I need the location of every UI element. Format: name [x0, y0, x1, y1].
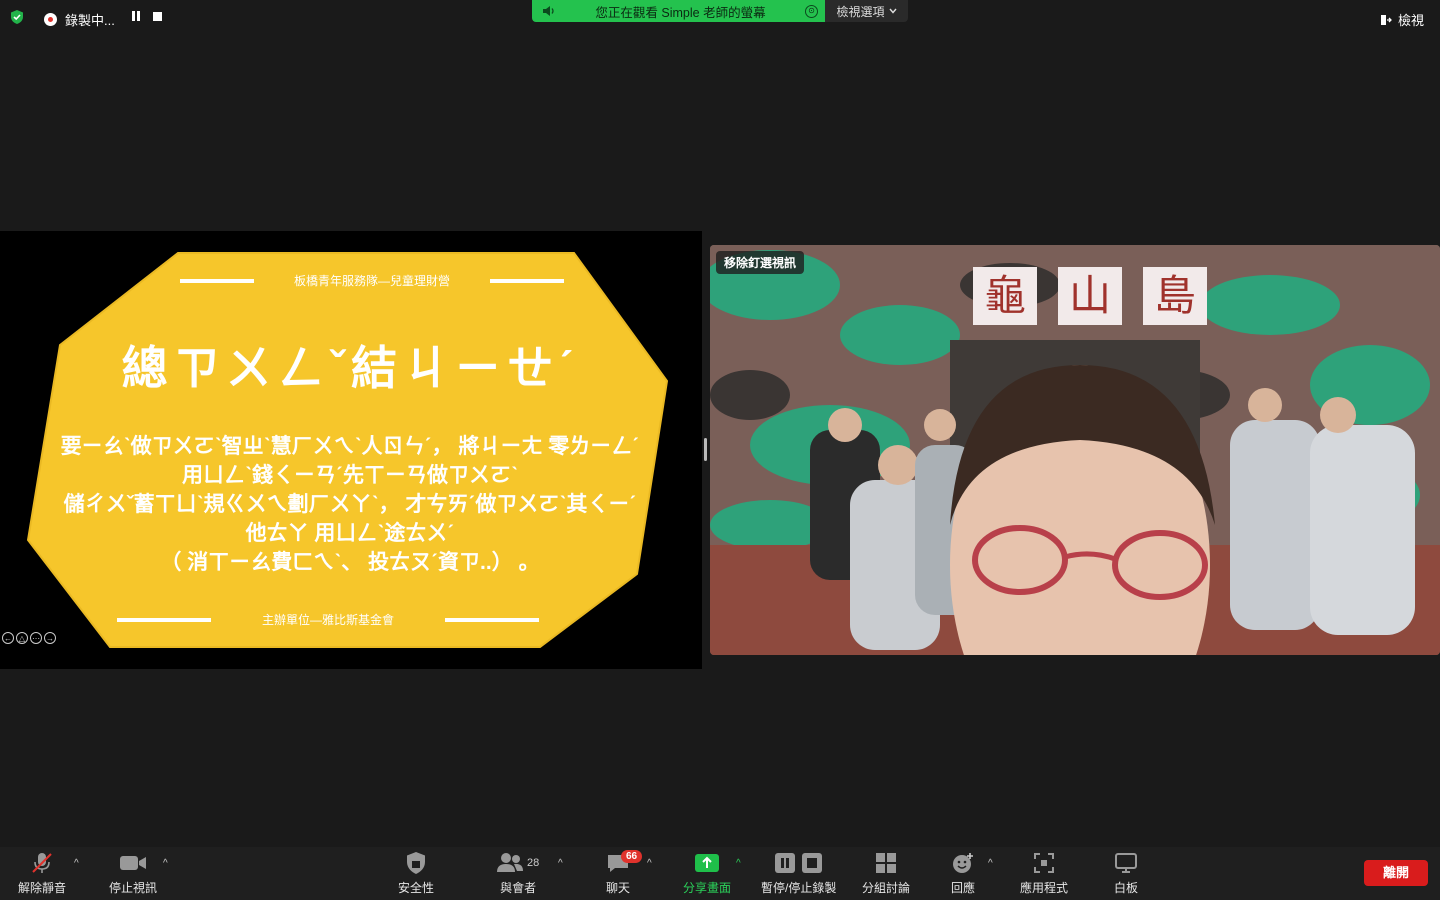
viewing-screen-banner: 您正在觀看 Simple 老師的螢幕 ⊙ [532, 0, 825, 22]
smiley-add-icon [953, 853, 973, 873]
encryption-shield-icon[interactable] [9, 9, 25, 25]
slide-footer-text: 主辦單位—雅比斯基金會 [261, 613, 394, 627]
divider [444, 617, 539, 622]
sign-character: 龜 [973, 267, 1037, 325]
breakout-rooms-icon [876, 853, 896, 873]
apps-icon [1034, 853, 1054, 873]
whiteboard-button[interactable]: 白板 [1114, 850, 1138, 896]
apps-button[interactable]: 應用程式 [1020, 850, 1068, 896]
participants-caret-icon[interactable]: ^ [558, 858, 566, 869]
divider [180, 278, 254, 283]
view-icon [1380, 14, 1392, 25]
slide-header: 板橋青年服務隊—兒童理財營 [180, 272, 564, 289]
participants-icon [497, 853, 523, 872]
more-options-icon[interactable]: ⋯ [30, 632, 42, 644]
previous-slide-icon[interactable]: ← [2, 632, 14, 644]
view-label: 檢視 [1397, 13, 1424, 28]
muted-mic-icon [32, 853, 52, 873]
slide-title: 總ㄗㄨㄥˇ結ㄐㄧㄝˊ [121, 342, 581, 394]
pause-recording-icon[interactable] [131, 11, 141, 22]
audio-options-caret-icon[interactable]: ^ [74, 858, 82, 869]
sign-character: 島 [1143, 267, 1207, 325]
stop-video-button[interactable]: 停止視訊 [109, 850, 157, 896]
security-shield-icon [407, 852, 425, 874]
pause-stop-recording-button[interactable]: 暫停/停止錄製 [761, 850, 836, 896]
video-camera-icon [120, 856, 146, 870]
pause-stop-recording-label: 暫停/停止錄製 [761, 881, 837, 895]
security-label: 安全性 [398, 881, 435, 895]
slide-body: 要ㄧㄠˋ做ㄗㄨㄛˋ智ㄓˋ慧ㄏㄨㄟˋ人ㄖㄣˊ， 將ㄐㄧㄤ 零ㄌㄧㄥˊ用ㄩㄥˋ錢ㄑㄧ… [60, 432, 640, 577]
chat-label: 聊天 [606, 881, 631, 895]
slide-footer: 主辦單位—雅比斯基金會 [117, 611, 539, 628]
pen-tool-icon[interactable]: △ [16, 632, 28, 644]
whiteboard-icon [1115, 853, 1137, 873]
participants-button[interactable]: 28 與會者 [497, 850, 539, 896]
next-slide-icon[interactable]: → [44, 632, 56, 644]
speaker-icon[interactable] [542, 5, 556, 17]
banner-status-icon: ⊙ [805, 4, 818, 18]
share-screen-icon [695, 854, 719, 872]
slide-body-line: 儲ㄔㄨˇ蓄ㄒㄩˋ規ㄍㄨㄟ劃ㄏㄨㄚˋ， 才ㄘㄞˊ做ㄗㄨㄛˋ其ㄑㄧˊ他ㄊㄚ 用ㄩㄥˋ… [63, 493, 637, 545]
whiteboard-label: 白板 [1114, 881, 1139, 895]
share-screen-label: 分享畫面 [683, 881, 732, 895]
reactions-button[interactable]: 回應 [951, 850, 975, 896]
top-bar: 錄製中... 您正在觀看 Simple 老師的螢幕 ⊙ 檢視選項 檢視 [0, 0, 1440, 34]
slide-controls[interactable]: ← △ ⋯ → [2, 632, 56, 644]
reactions-label: 回應 [951, 881, 976, 895]
chat-unread-badge: 66 [621, 850, 643, 863]
share-screen-button[interactable]: 分享畫面 [683, 850, 731, 896]
banner-text: 您正在觀看 Simple 老師的螢幕 [595, 5, 766, 20]
video-options-caret-icon[interactable]: ^ [163, 858, 171, 869]
unmute-button[interactable]: 解除靜音 [18, 850, 66, 896]
breakout-rooms-label: 分組討論 [862, 881, 911, 895]
reactions-caret-icon[interactable]: ^ [988, 858, 996, 869]
breakout-rooms-button[interactable]: 分組討論 [862, 850, 910, 896]
slide-body-line: （ 消ㄒㄧㄠ費ㄈㄟˋ、 投ㄊㄡˊ資ㄗ..） 。 [160, 551, 540, 574]
leave-meeting-button[interactable]: 離開 [1364, 860, 1428, 886]
chat-caret-icon[interactable]: ^ [647, 858, 655, 869]
security-button[interactable]: 安全性 [398, 850, 434, 896]
participants-count: 28 [527, 857, 540, 869]
divider [489, 278, 564, 283]
view-options-label: 檢視選項 [836, 4, 885, 19]
unmute-label: 解除靜音 [18, 881, 67, 895]
slide-body-line: 要ㄧㄠˋ做ㄗㄨㄛˋ智ㄓˋ慧ㄏㄨㄟˋ人ㄖㄣˊ， 將ㄐㄧㄤ 零ㄌㄧㄥˊ用ㄩㄥˋ錢ㄑㄧ… [60, 435, 640, 487]
participants-label: 與會者 [500, 881, 537, 895]
divider [117, 617, 211, 622]
unpin-video-button[interactable]: 移除釘選視訊 [716, 251, 805, 274]
view-button[interactable]: 檢視 [1380, 10, 1424, 29]
resize-splitter-handle[interactable] [704, 438, 707, 461]
pause-stop-recording-icon [774, 853, 822, 873]
stop-recording-icon[interactable] [153, 12, 162, 21]
apps-label: 應用程式 [1020, 881, 1069, 895]
chevron-down-icon [888, 8, 897, 14]
view-options-button[interactable]: 檢視選項 [825, 0, 908, 22]
recording-label: 錄製中... [65, 13, 115, 28]
share-options-caret-icon[interactable]: ^ [736, 858, 744, 869]
stop-video-label: 停止視訊 [109, 881, 158, 895]
slide-header-text: 板橋青年服務隊—兒童理財營 [293, 274, 450, 288]
recording-dot-icon [44, 13, 57, 26]
recording-indicator[interactable]: 錄製中... [44, 10, 115, 29]
sign-character: 山 [1058, 267, 1122, 325]
